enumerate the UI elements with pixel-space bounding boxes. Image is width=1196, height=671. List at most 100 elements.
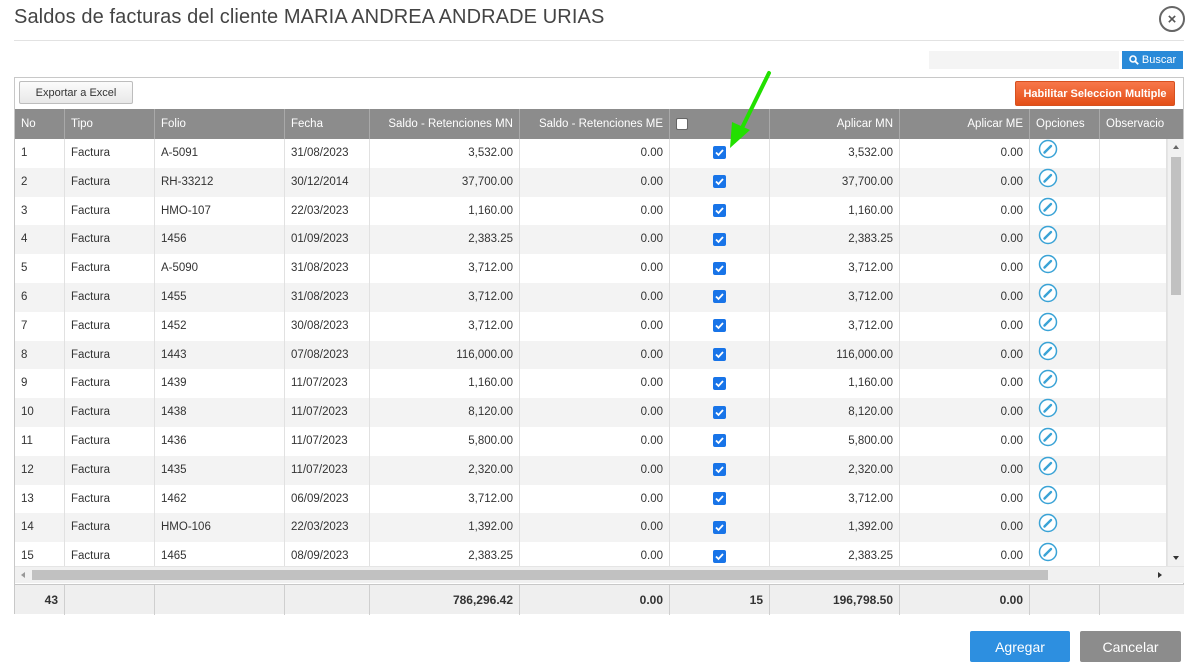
add-button[interactable]: Agregar: [970, 631, 1070, 662]
table-row[interactable]: 8 Factura 1443 07/08/2023 116,000.00 0.00 116,…: [15, 340, 1167, 370]
pencil-icon[interactable]: [1038, 398, 1058, 427]
cell-saldo-me: 0.00: [520, 196, 670, 226]
column-header-no[interactable]: No: [15, 109, 65, 139]
row-select-checkbox[interactable]: [713, 376, 726, 390]
row-select-checkbox[interactable]: [713, 175, 726, 189]
row-select-checkbox[interactable]: [713, 434, 726, 448]
table-row[interactable]: 3 Factura HMO-107 22/03/2023 1,160.00 0.00 1,1…: [15, 196, 1167, 226]
row-select-checkbox[interactable]: [713, 549, 726, 563]
pencil-icon[interactable]: [1038, 254, 1058, 283]
row-select-checkbox[interactable]: [713, 463, 726, 477]
row-select-checkbox[interactable]: [713, 520, 726, 534]
scroll-up-icon[interactable]: [1173, 145, 1179, 149]
pencil-icon[interactable]: [1038, 513, 1058, 542]
column-header-aplicar-mn[interactable]: Aplicar MN: [770, 109, 900, 139]
table-row[interactable]: 2 Factura RH-33212 30/12/2014 37,700.00 0.00 3…: [15, 167, 1167, 197]
column-header-saldo-mn[interactable]: Saldo - Retenciones MN: [370, 109, 520, 139]
pencil-icon[interactable]: [1038, 139, 1058, 168]
cell-aplicar-me: 0.00: [900, 167, 1030, 197]
cell-opciones: [1030, 196, 1100, 226]
column-header-saldo-me[interactable]: Saldo - Retenciones ME: [520, 109, 670, 139]
pencil-icon[interactable]: [1038, 225, 1058, 254]
row-select-checkbox[interactable]: [713, 290, 726, 304]
pencil-icon[interactable]: [1038, 312, 1058, 341]
column-header-aplicar-me[interactable]: Aplicar ME: [900, 109, 1030, 139]
table-row[interactable]: 11 Factura 1436 11/07/2023 5,800.00 0.00 5,800…: [15, 427, 1167, 456]
pencil-icon[interactable]: [1038, 283, 1058, 312]
cell-saldo-mn: 3,712.00: [370, 311, 520, 341]
close-icon[interactable]: ×: [1159, 6, 1185, 32]
row-select-checkbox[interactable]: [713, 348, 726, 362]
title-divider: [14, 40, 1184, 41]
column-header-opciones[interactable]: Opciones: [1030, 109, 1100, 139]
row-select-checkbox[interactable]: [713, 204, 726, 218]
row-select-checkbox[interactable]: [713, 319, 726, 333]
scroll-down-icon[interactable]: [1173, 556, 1179, 560]
export-excel-button[interactable]: Exportar a Excel: [19, 81, 133, 104]
select-all-checkbox[interactable]: [676, 117, 688, 130]
row-select-checkbox[interactable]: [713, 405, 726, 419]
table-row[interactable]: 10 Factura 1438 11/07/2023 8,120.00 0.00 8,120…: [15, 398, 1167, 427]
column-header-fecha[interactable]: Fecha: [285, 109, 370, 139]
table-row[interactable]: 7 Factura 1452 30/08/2023 3,712.00 0.00 3,712.…: [15, 311, 1167, 341]
pencil-icon[interactable]: [1038, 341, 1058, 370]
column-header-tipo[interactable]: Tipo: [65, 109, 155, 139]
enable-multi-select-button[interactable]: Habilitar Seleccion Multiple: [1015, 81, 1175, 106]
table-row[interactable]: 14 Factura HMO-106 22/03/2023 1,392.00 0.00 1,…: [15, 513, 1167, 543]
column-header-observaciones[interactable]: Observacio: [1100, 109, 1184, 139]
cell-saldo-mn: 116,000.00: [370, 340, 520, 370]
table-row[interactable]: 4 Factura 1456 01/09/2023 2,383.25 0.00 2,383.…: [15, 225, 1167, 255]
cell-saldo-me: 0.00: [520, 167, 670, 197]
cell-observaciones: [1100, 542, 1167, 566]
pencil-icon[interactable]: [1038, 168, 1058, 197]
cell-aplicar-me: 0.00: [900, 340, 1030, 370]
vertical-scrollbar[interactable]: [1167, 139, 1184, 566]
scroll-right-icon[interactable]: [1158, 572, 1162, 578]
horizontal-scrollbar[interactable]: [15, 566, 1184, 583]
table-row[interactable]: 5 Factura A-5090 31/08/2023 3,712.00 0.00 3,71…: [15, 254, 1167, 283]
cell-opciones: [1030, 167, 1100, 197]
pencil-icon[interactable]: [1038, 427, 1058, 456]
scroll-left-icon[interactable]: [21, 572, 25, 578]
cell-fecha: 11/07/2023: [285, 398, 370, 427]
total-aplicar-me: 0.00: [900, 585, 1030, 615]
cell-observaciones: [1100, 254, 1167, 283]
horizontal-scroll-thumb[interactable]: [32, 570, 1048, 580]
table-row[interactable]: 6 Factura 1455 31/08/2023 3,712.00 0.00 3,712.…: [15, 283, 1167, 312]
cell-opciones: [1030, 398, 1100, 427]
pencil-icon[interactable]: [1038, 456, 1058, 485]
search-input[interactable]: [929, 51, 1119, 69]
cancel-button[interactable]: Cancelar: [1080, 631, 1181, 662]
table-row[interactable]: 12 Factura 1435 11/07/2023 2,320.00 0.00 2,320…: [15, 455, 1167, 485]
cell-observaciones: [1100, 427, 1167, 456]
table-row[interactable]: 9 Factura 1439 11/07/2023 1,160.00 0.00 1,160.…: [15, 369, 1167, 399]
cell-aplicar-me: 0.00: [900, 542, 1030, 566]
cell-tipo: Factura: [65, 254, 155, 283]
row-select-checkbox[interactable]: [713, 261, 726, 275]
pencil-icon[interactable]: [1038, 369, 1058, 398]
total-saldo-mn: 786,296.42: [370, 585, 520, 615]
cell-no: 9: [15, 369, 65, 399]
cell-folio: 1439: [155, 369, 285, 399]
row-select-checkbox[interactable]: [713, 232, 726, 246]
cell-aplicar-mn: 1,160.00: [770, 196, 900, 226]
column-header-folio[interactable]: Folio: [155, 109, 285, 139]
cell-aplicar-mn: 3,712.00: [770, 283, 900, 312]
cell-aplicar-mn: 3,712.00: [770, 484, 900, 514]
cell-opciones: [1030, 225, 1100, 255]
cell-saldo-mn: 1,160.00: [370, 196, 520, 226]
pencil-icon[interactable]: [1038, 542, 1058, 566]
pencil-icon[interactable]: [1038, 197, 1058, 226]
cell-aplicar-me: 0.00: [900, 484, 1030, 514]
vertical-scroll-thumb[interactable]: [1171, 157, 1181, 295]
table-row[interactable]: 13 Factura 1462 06/09/2023 3,712.00 0.00 3,712…: [15, 484, 1167, 514]
table-row[interactable]: 15 Factura 1465 08/09/2023 2,383.25 0.00 2,383…: [15, 542, 1167, 566]
table-row[interactable]: 1 Factura A-5091 31/08/2023 3,532.00 0.00 3,53…: [15, 139, 1167, 168]
search-button[interactable]: Buscar: [1122, 51, 1183, 69]
cell-folio: 1436: [155, 427, 285, 456]
cell-select: [670, 254, 770, 283]
row-select-checkbox[interactable]: [713, 492, 726, 506]
cell-fecha: 06/09/2023: [285, 484, 370, 514]
pencil-icon[interactable]: [1038, 485, 1058, 514]
cell-fecha: 01/09/2023: [285, 225, 370, 255]
